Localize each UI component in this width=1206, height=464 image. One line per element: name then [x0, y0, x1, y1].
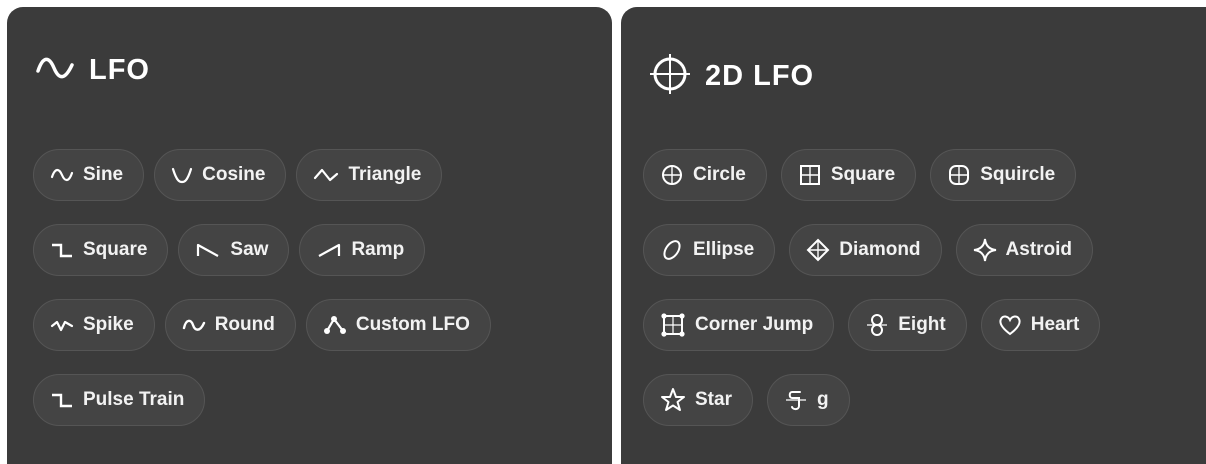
- squircle-label: Squircle: [980, 164, 1056, 185]
- custom-lfo-icon: [323, 316, 346, 334]
- saw-wave-icon: [197, 243, 219, 257]
- astroid-label: Astroid: [1005, 239, 1073, 260]
- triangle-wave-icon: [314, 168, 339, 182]
- cosine-button[interactable]: Cosine: [154, 149, 287, 201]
- circle-button[interactable]: Circle: [643, 149, 767, 201]
- crosshair-circle-icon: [649, 53, 691, 100]
- lfo2d-header: 2D LFO: [649, 53, 814, 100]
- triangle-label: Triangle: [348, 164, 422, 185]
- custom-lfo-label: Custom LFO: [355, 314, 470, 335]
- star-button[interactable]: Star: [643, 374, 753, 426]
- square-wave-label: Square: [83, 239, 148, 260]
- round-wave-icon: [182, 319, 205, 331]
- round-button[interactable]: Round: [164, 299, 296, 351]
- ramp-wave-icon: [318, 243, 341, 257]
- spike-label: Spike: [83, 314, 134, 335]
- square-wave-icon: [52, 243, 72, 258]
- lfo-panel: LFO Sine Cosine Triangle Square Saw Ramp…: [7, 7, 612, 464]
- square-label: Square: [830, 164, 896, 185]
- pulse-train-label: Pulse Train: [83, 389, 185, 410]
- lfo2d-panel: 2D LFO Circle Square Squircle Ellipse Di…: [621, 7, 1206, 464]
- g-label: g: [816, 389, 829, 410]
- circle-icon: [662, 165, 682, 185]
- cosine-icon: [172, 167, 193, 184]
- figure-eight-icon: [867, 314, 888, 336]
- squircle-icon: [949, 165, 970, 185]
- saw-button[interactable]: Saw: [178, 224, 290, 276]
- g-shape-icon: [785, 391, 806, 411]
- astroid-icon: [973, 238, 996, 262]
- corner-jump-button[interactable]: Corner Jump: [643, 299, 835, 351]
- triangle-button[interactable]: Triangle: [296, 149, 443, 201]
- eight-label: Eight: [898, 314, 946, 335]
- diamond-button[interactable]: Diamond: [789, 224, 942, 276]
- lfo-shape-list: Sine Cosine Triangle Square Saw Ramp Spi…: [33, 149, 602, 449]
- diamond-label: Diamond: [839, 239, 921, 260]
- astroid-button[interactable]: Astroid: [955, 224, 1094, 276]
- ramp-label: Ramp: [351, 239, 405, 260]
- heart-button[interactable]: Heart: [980, 299, 1101, 351]
- ellipse-button[interactable]: Ellipse: [643, 224, 776, 276]
- square-button[interactable]: Square: [780, 149, 917, 201]
- star-icon: [661, 388, 685, 411]
- custom-lfo-button[interactable]: Custom LFO: [305, 299, 491, 351]
- lfo-title: LFO: [89, 54, 150, 86]
- spike-wave-icon: [50, 320, 74, 332]
- g-button[interactable]: g: [766, 374, 850, 426]
- spike-button[interactable]: Spike: [33, 299, 155, 351]
- ellipse-label: Ellipse: [693, 239, 755, 260]
- heart-icon: [999, 315, 1021, 336]
- corner-jump-label: Corner Jump: [695, 314, 814, 335]
- corner-jump-icon: [661, 313, 685, 337]
- pulse-train-button[interactable]: Pulse Train: [33, 374, 206, 426]
- ellipse-icon: [663, 240, 681, 260]
- sine-label: Sine: [83, 164, 124, 185]
- ramp-button[interactable]: Ramp: [299, 224, 426, 276]
- sine-icon: [50, 168, 74, 182]
- eight-button[interactable]: Eight: [848, 299, 967, 351]
- round-label: Round: [214, 314, 275, 335]
- star-label: Star: [695, 389, 732, 410]
- lfo2d-shape-list: Circle Square Squircle Ellipse Diamond A…: [643, 149, 1196, 449]
- circle-label: Circle: [693, 164, 746, 185]
- square-wave-button[interactable]: Square: [33, 224, 169, 276]
- lfo-header: LFO: [35, 53, 150, 88]
- heart-label: Heart: [1030, 314, 1080, 335]
- pulse-train-icon: [52, 393, 72, 408]
- diamond-icon: [806, 238, 830, 262]
- squircle-button[interactable]: Squircle: [930, 149, 1077, 201]
- sine-wave-icon: [35, 53, 75, 88]
- sine-button[interactable]: Sine: [33, 149, 145, 201]
- saw-label: Saw: [230, 239, 269, 260]
- lfo2d-title: 2D LFO: [705, 60, 815, 92]
- square-icon: [799, 165, 820, 185]
- cosine-label: Cosine: [202, 164, 266, 185]
